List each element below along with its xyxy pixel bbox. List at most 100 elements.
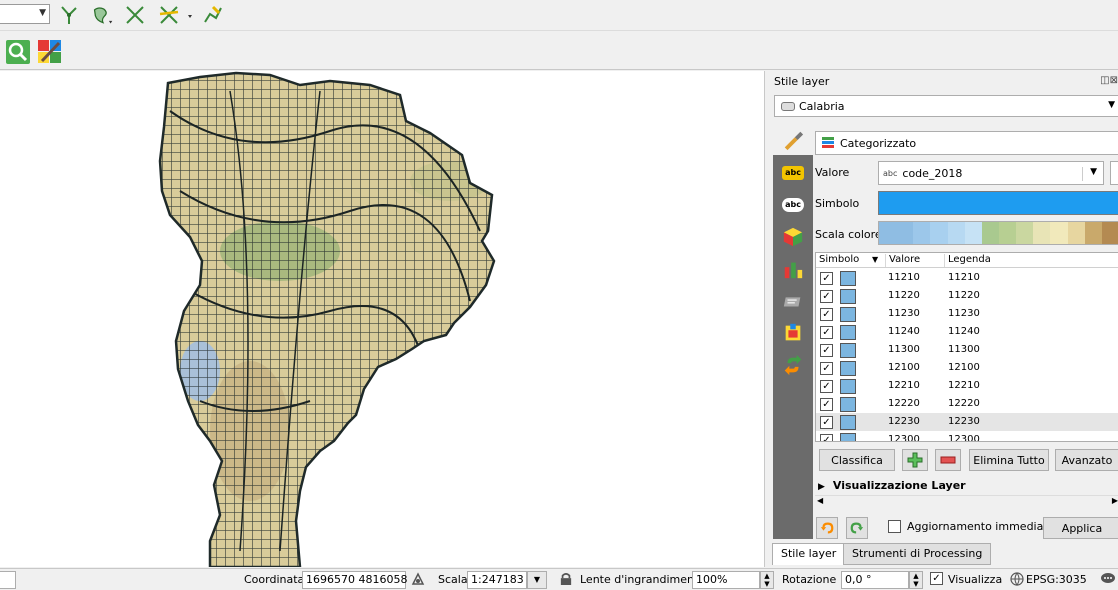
scroll-left-icon[interactable]: ◀ [817,496,823,505]
layer-rendering-section[interactable]: ▶ Visualizzazione Layer [818,479,966,492]
horizontal-scrollbar[interactable]: ◀ ▶ [815,495,1118,509]
class-checkbox[interactable]: ✓ [820,380,833,393]
table-row[interactable]: ✓ 11230 11230 [816,305,1118,323]
redo-button[interactable] [846,517,868,539]
live-update-label: Aggiornamento immediato [907,520,1055,533]
classes-table[interactable]: Simbolo ▼ Valore Legenda ✓ 11210 11210 ✓ 112… [815,252,1118,442]
ramp-segment [1101,222,1118,244]
renderer-select[interactable]: Categorizzato [815,131,1118,155]
class-symbol-swatch[interactable] [840,343,856,358]
delete-all-button[interactable]: Elimina Tutto [969,449,1049,471]
history-icon[interactable] [779,321,807,345]
class-checkbox[interactable]: ✓ [820,344,833,357]
class-checkbox[interactable]: ✓ [820,326,833,339]
map-canvas[interactable] [0,71,765,567]
table-row[interactable]: ✓ 12300 12300 [816,431,1118,441]
table-row[interactable]: ✓ 11300 11300 [816,341,1118,359]
table-row[interactable]: ✓ 12100 12100 [816,359,1118,377]
rotation-spinner[interactable]: ▲ ▼ [909,571,923,589]
scale-field[interactable]: 1:247183 [467,571,527,589]
diagrams-icon[interactable] [779,257,807,281]
render-checkbox[interactable]: ✓ [930,572,943,585]
table-row[interactable]: ✓ 11240 11240 [816,323,1118,341]
table-row[interactable]: ✓ 12230 12230 [816,413,1118,431]
class-checkbox[interactable]: ✓ [820,272,833,285]
live-update-checkbox[interactable] [888,520,901,533]
tab-layer-styling[interactable]: Stile layer [772,543,846,565]
chevron-down-icon[interactable]: ▼ [527,571,547,589]
class-checkbox[interactable]: ✓ [820,434,833,441]
class-value: 11210 [888,272,920,283]
apply-button[interactable]: Applica [1043,517,1118,539]
col-valore[interactable]: Valore [886,254,945,267]
expression-button[interactable] [1110,161,1118,185]
chevron-down-icon: ▼ [1108,100,1115,110]
fields-icon[interactable] [779,289,807,313]
masks-icon[interactable]: abc [779,193,807,217]
value-field-name: code_2018 [902,166,963,180]
class-value: 11230 [888,308,920,319]
style-edit-icon[interactable] [37,39,63,65]
snap-icon[interactable] [156,2,196,28]
coordinate-field[interactable]: 1696570 4816058 [302,571,407,589]
class-checkbox[interactable]: ✓ [820,398,833,411]
locator-bar[interactable] [0,571,16,589]
ramp-segment [998,222,1017,244]
toolbar-combo[interactable]: ▼ [0,4,50,24]
table-row[interactable]: ✓ 11210 11210 [816,269,1118,287]
class-symbol-swatch[interactable] [840,433,856,441]
class-checkbox[interactable]: ✓ [820,290,833,303]
lock-icon[interactable] [560,572,572,589]
class-legend: 11240 [948,326,980,337]
undo-button[interactable] [816,517,838,539]
split-icon[interactable] [122,2,148,28]
classify-button[interactable]: Classifica [819,449,895,471]
layer-select[interactable]: Calabria ▼ [774,95,1118,117]
class-symbol-swatch[interactable] [840,415,856,430]
vertex-tool-icon[interactable] [56,2,82,28]
messages-icon[interactable] [1100,571,1116,590]
render-label: Visualizza [948,573,1003,586]
class-symbol-swatch[interactable] [840,307,856,322]
scala-colore-label: Scala colore [815,228,882,241]
dock-title: Stile layer [774,75,830,88]
class-symbol-swatch[interactable] [840,397,856,412]
class-symbol-swatch[interactable] [840,325,856,340]
class-checkbox[interactable]: ✓ [820,416,833,429]
col-legenda[interactable]: Legenda [945,254,1118,267]
class-checkbox[interactable]: ✓ [820,362,833,375]
crs-button[interactable]: EPSG:3035 [1026,573,1087,586]
rotation-field[interactable]: 0,0 ° [841,571,909,589]
magnifier-spinner[interactable]: ▲ ▼ [760,571,774,589]
extents-toggle-icon[interactable] [410,571,426,590]
zoom-icon[interactable] [5,39,31,65]
class-symbol-swatch[interactable] [840,271,856,286]
dock-float-icon[interactable]: ◫⊠ [1100,75,1118,86]
tab-processing-toolbox[interactable]: Strumenti di Processing [843,543,992,565]
symbology-icon[interactable] [773,125,813,155]
scroll-right-icon[interactable]: ▶ [1112,496,1118,505]
class-checkbox[interactable]: ✓ [820,308,833,321]
remove-class-button[interactable] [935,449,961,471]
class-symbol-swatch[interactable] [840,379,856,394]
3d-view-icon[interactable] [779,225,807,249]
undo-history-icon[interactable] [779,353,807,377]
ramp-segment [1016,222,1034,244]
color-ramp-button[interactable] [878,221,1118,245]
add-class-button[interactable] [902,449,928,471]
ramp-segment [896,222,914,244]
table-row[interactable]: ✓ 12210 12210 [816,377,1118,395]
class-symbol-swatch[interactable] [840,361,856,376]
shape-tool-icon[interactable] [88,2,118,28]
magnifier-field[interactable]: 100% [692,571,760,589]
style-side-bar: abc abc [773,125,813,539]
table-row[interactable]: ✓ 11220 11220 [816,287,1118,305]
table-row[interactable]: ✓ 12220 12220 [816,395,1118,413]
labels-icon[interactable]: abc [779,161,807,185]
symbol-button[interactable] [878,191,1118,215]
digitize-icon[interactable] [200,2,226,28]
class-legend: 11230 [948,308,980,319]
class-symbol-swatch[interactable] [840,289,856,304]
value-field-select[interactable]: abc code_2018 ▼ [878,161,1104,185]
advanced-button[interactable]: Avanzato [1055,449,1118,471]
